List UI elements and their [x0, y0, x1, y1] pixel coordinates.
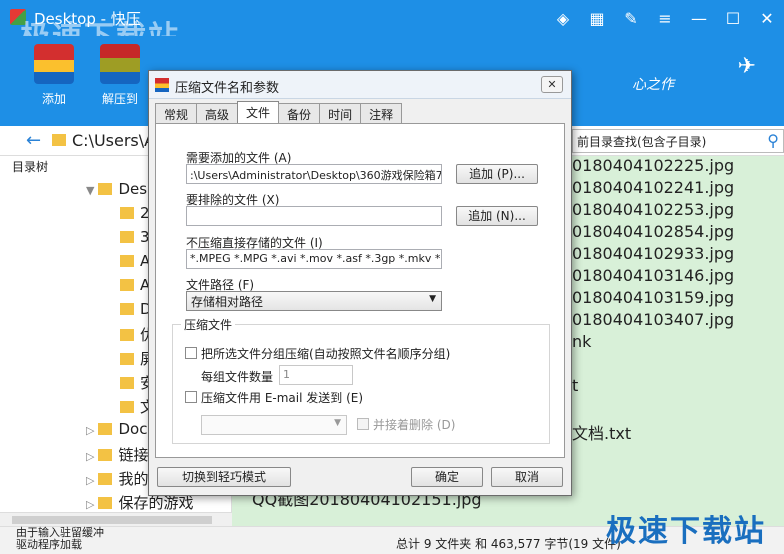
folder-icon [120, 255, 134, 267]
add-label: 添加 [41, 92, 66, 106]
vip-icon[interactable]: ◈ [546, 0, 580, 36]
search-icon[interactable]: ⚲ [767, 131, 779, 150]
folder-icon [98, 473, 113, 485]
status-left: 由于输入驻留缓冲 驱动程序加载 [16, 526, 104, 551]
dialog-tabs: 常规 高级 文件 备份 时间 注释 [155, 101, 403, 123]
compress-group: 压缩文件 把所选文件分组压缩(自动按照文件名顺序分组) 每组文件数量 1 压缩文… [172, 316, 550, 444]
folder-icon [120, 279, 134, 291]
extract-button[interactable]: 解压到 [90, 44, 150, 107]
dialog-titlebar: 压缩文件名和参数 ✕ [149, 71, 571, 99]
dialog-close-button[interactable]: ✕ [541, 76, 563, 93]
back-arrow-icon[interactable]: ← [26, 130, 41, 151]
menu-icon[interactable]: ≡ [648, 0, 682, 36]
group-split-label: 把所选文件分组压缩(自动按照文件名顺序分组) [201, 347, 451, 361]
scrollbar-thumb[interactable] [12, 516, 212, 524]
folder-icon [98, 449, 113, 461]
tree-item[interactable]: D [120, 300, 152, 318]
tab-comment[interactable]: 注释 [360, 103, 403, 123]
chevron-down-icon: ▼ [334, 418, 341, 428]
address-path[interactable]: C:\Users\A [72, 131, 155, 150]
close-icon[interactable]: ✕ [750, 0, 784, 36]
folder-icon [120, 401, 134, 413]
minimize-icon[interactable]: — [682, 0, 716, 36]
search-placeholder: 前目录查找(包含子目录) [577, 135, 707, 149]
list-item[interactable]: 0180404103159.jpg [572, 288, 734, 307]
add-p-button[interactable]: 追加 (P)... [456, 164, 538, 184]
list-item[interactable]: 0180404102225.jpg [572, 156, 734, 175]
grid-menu-icon[interactable]: ▦ [580, 0, 614, 36]
tree-item[interactable]: 3 [120, 228, 150, 246]
archive-params-dialog: 压缩文件名和参数 ✕ 常规 高级 文件 备份 时间 注释 需要添加的文件 (A)… [148, 70, 572, 496]
list-item[interactable]: nk [572, 332, 591, 351]
ok-button[interactable]: 确定 [411, 467, 483, 487]
list-item[interactable]: 0180404102253.jpg [572, 200, 734, 219]
email-select[interactable]: ▼ [201, 415, 347, 435]
list-item[interactable]: t [572, 376, 578, 395]
list-item[interactable]: 0180404102241.jpg [572, 178, 734, 197]
tab-files[interactable]: 文件 [237, 101, 280, 123]
settings-wrench-icon[interactable]: ✎ [614, 0, 648, 36]
exclude-input[interactable] [186, 206, 442, 226]
delete-after-label: 并接着删除 (D) [373, 418, 456, 432]
chevron-down-icon: ▼ [429, 294, 436, 304]
list-item[interactable]: 0180404102854.jpg [572, 222, 734, 241]
status-summary: 总计 9 文件夹 和 463,577 字节(19 文件) [396, 537, 621, 551]
per-group-input[interactable]: 1 [279, 365, 353, 385]
archive-app-icon [155, 78, 169, 92]
tree-item[interactable]: A [120, 276, 150, 294]
folder-icon [52, 134, 66, 146]
folder-icon [120, 353, 134, 365]
folder-icon [98, 497, 113, 509]
switch-mode-button[interactable]: 切换到轻巧模式 [157, 467, 291, 487]
tree-item[interactable]: ▷ 我的 [86, 468, 148, 489]
list-item[interactable]: 0180404103407.jpg [572, 310, 734, 329]
tree-header: 目录树 [12, 160, 49, 174]
delete-after-checkbox[interactable] [357, 418, 369, 430]
maximize-icon[interactable]: ☐ [716, 0, 750, 36]
tree-item[interactable]: ▼ Des [86, 180, 147, 198]
tab-time[interactable]: 时间 [319, 103, 362, 123]
folder-icon [98, 423, 113, 435]
tree-item[interactable]: 2 [120, 204, 150, 222]
watermark-bottom: 极速下载站 [606, 514, 766, 549]
dialog-title: 压缩文件名和参数 [175, 81, 280, 96]
extract-archive-icon [100, 44, 140, 84]
list-item[interactable]: 0180404102933.jpg [572, 244, 734, 263]
add-n-button[interactable]: 追加 (N)... [456, 206, 538, 226]
tree-item[interactable]: A [120, 252, 150, 270]
extract-label: 解压到 [101, 92, 138, 106]
add-archive-icon [34, 44, 74, 84]
email-label: 压缩文件用 E-mail 发送到 (E) [201, 391, 364, 405]
cancel-button[interactable]: 取消 [491, 467, 563, 487]
folder-icon [120, 303, 134, 315]
tab-general[interactable]: 常规 [155, 103, 198, 123]
tree-item[interactable]: ▷ 链接 [86, 444, 148, 465]
tab-advanced[interactable]: 高级 [196, 103, 239, 123]
slogan: 心之作 [632, 77, 674, 93]
files-tab-panel: 需要添加的文件 (A) :\Users\Administrator\Deskto… [155, 123, 565, 458]
tree-item[interactable]: ▷ Doc [86, 420, 147, 438]
files-to-add-input[interactable]: :\Users\Administrator\Desktop\360游戏保险箱7.… [186, 164, 442, 184]
search-input[interactable]: 前目录查找(包含子目录) ⚲ [572, 129, 784, 153]
list-item[interactable]: 文档.txt [572, 420, 631, 444]
path-select-value: 存储相对路径 [191, 295, 264, 309]
email-checkbox[interactable] [185, 391, 197, 403]
per-group-label: 每组文件数量 [201, 370, 274, 384]
folder-icon [120, 377, 134, 389]
store-input[interactable]: *.MPEG *.MPG *.avi *.mov *.asf *.3gp *.m… [186, 249, 442, 269]
compress-group-label: 压缩文件 [181, 316, 236, 333]
add-button[interactable]: 添加 [24, 44, 84, 107]
tab-backup[interactable]: 备份 [278, 103, 321, 123]
folder-icon [120, 329, 134, 341]
folder-icon [120, 231, 134, 243]
group-split-checkbox[interactable] [185, 347, 197, 359]
paper-plane-icon: ✈ [737, 54, 756, 79]
title-bar: Desktop - 快压 极速下载站 ◈ ▦ ✎ ≡ — ☐ ✕ [0, 0, 784, 55]
path-select[interactable]: 存储相对路径 ▼ [186, 291, 442, 311]
folder-icon [120, 207, 134, 219]
list-item[interactable]: 0180404103146.jpg [572, 266, 734, 285]
tree-horizontal-scrollbar[interactable] [0, 512, 232, 526]
folder-icon [98, 183, 113, 195]
